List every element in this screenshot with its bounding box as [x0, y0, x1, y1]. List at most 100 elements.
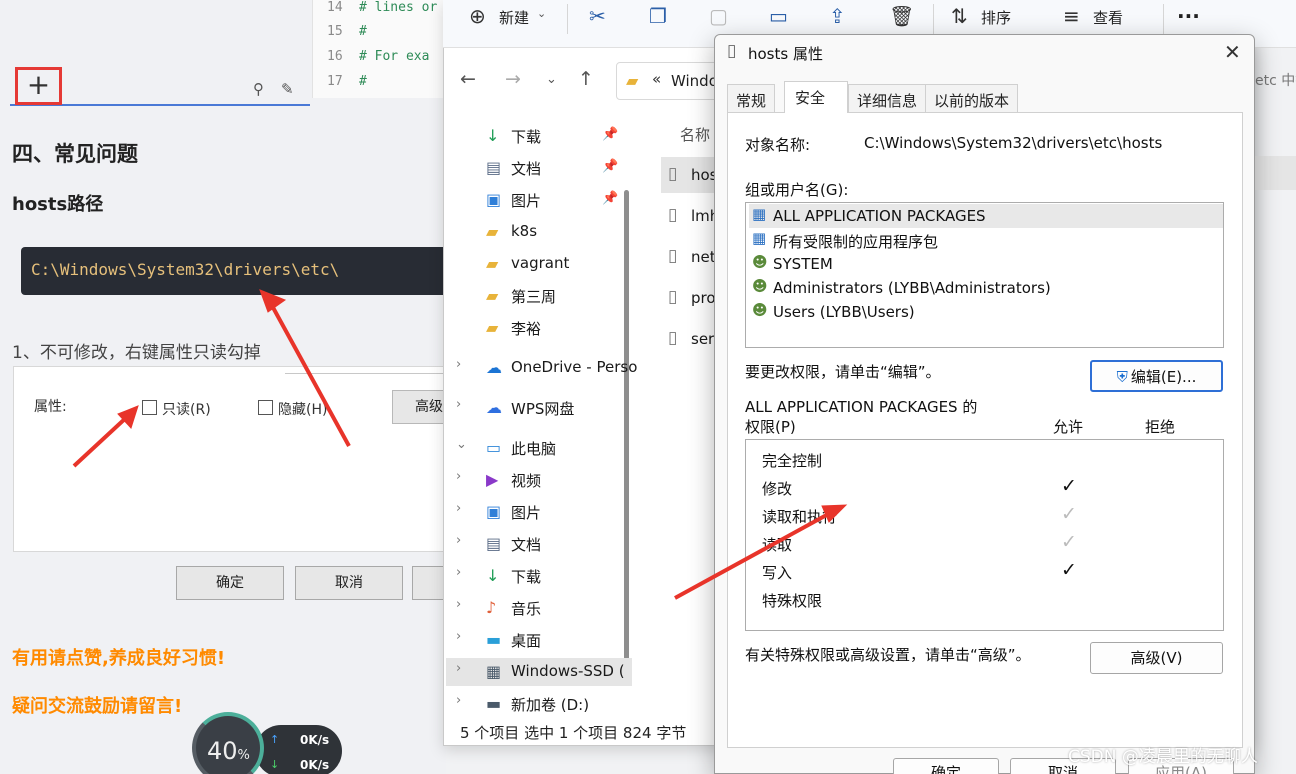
file-item[interactable]: ▯ hos [661, 157, 721, 193]
slogan-comment: 疑问交流鼓励请留言! [12, 696, 183, 717]
delete-icon[interactable]: 🗑 [889, 4, 914, 28]
nav-item[interactable]: › ↓ 下载 [446, 562, 632, 590]
user-item[interactable]: ☻ Users (LYBB\Users) [749, 300, 1223, 324]
nav-item-icon: ▭ [486, 438, 502, 457]
nav-item[interactable]: › ☁ OneDrive - Perso [446, 354, 637, 382]
forward-icon[interactable]: → [505, 68, 521, 90]
ok-button-bg[interactable]: 确定 [176, 566, 284, 600]
nav-item-icon: ▬ [486, 630, 502, 649]
nav-item[interactable]: ▰ k8s [446, 218, 632, 246]
nav-item[interactable]: ▰ 第三周 [446, 282, 632, 310]
column-header-name[interactable]: 名称 [680, 124, 710, 145]
file-item[interactable]: ▯ pro [661, 280, 721, 316]
wrench-icon[interactable]: ✎ [281, 80, 294, 98]
view-button[interactable]: 查看 [1093, 7, 1123, 28]
expand-chevron-icon[interactable]: › [456, 397, 461, 412]
more-icon[interactable]: ··· [1177, 4, 1200, 28]
expand-chevron-icon[interactable]: › [456, 597, 461, 612]
change-hint: 要更改权限，请单击“编辑”。 [745, 363, 941, 381]
paste-icon: ▢ [709, 4, 728, 28]
up-icon[interactable]: ↑ [578, 68, 594, 90]
file-item[interactable]: ▯ lmh [661, 198, 721, 234]
nav-item[interactable]: ▣ 图片 📌 [446, 186, 632, 214]
nav-item[interactable]: › ▬ 新加卷 (D:) [446, 690, 632, 718]
search-icon[interactable]: ⚲ [253, 80, 264, 98]
rename-icon[interactable]: ▭ [769, 4, 788, 28]
expand-chevron-icon[interactable]: › [456, 501, 461, 516]
file-icon: ▯ [668, 328, 678, 348]
nav-item[interactable]: › ▤ 文档 [446, 530, 632, 558]
nav-item[interactable]: ▤ 文档 📌 [446, 154, 632, 182]
cpu-percent-unit: % [237, 748, 250, 763]
nav-item-label: 图片 [511, 504, 542, 522]
nav-item-label: vagrant [511, 254, 570, 272]
user-item[interactable]: ▦ ALL APPLICATION PACKAGES [749, 204, 1223, 228]
sort-button[interactable]: 排序 [981, 7, 1011, 28]
nav-item[interactable]: ▰ 李裕 [446, 314, 632, 342]
sort-icon[interactable]: ⇅ [951, 4, 968, 28]
share-icon[interactable]: ⇪ [829, 4, 846, 28]
nav-item-icon: ▣ [486, 502, 502, 521]
nav-item-icon: ▦ [486, 662, 502, 681]
nav-item[interactable]: › ▬ 桌面 [446, 626, 632, 654]
file-item[interactable]: ▯ net [661, 239, 721, 275]
expand-chevron-icon[interactable]: ⌄ [456, 437, 467, 452]
expand-chevron-icon[interactable]: › [456, 629, 461, 644]
nav-item[interactable]: › ☁ WPS网盘 [446, 394, 632, 422]
advanced-button[interactable]: 高级(V) [1090, 642, 1223, 674]
search-box[interactable]: etc 中搜 [1255, 70, 1296, 90]
readonly-checkbox[interactable] [142, 400, 157, 415]
nav-item[interactable]: › ▶ 视频 [446, 466, 632, 494]
edit-button[interactable]: ⛨ 编辑(E)... [1090, 360, 1223, 392]
new-button[interactable]: 新建 [499, 7, 529, 28]
nav-item[interactable]: › ▦ Windows-SSD ( [446, 658, 632, 686]
expand-chevron-icon[interactable]: › [456, 565, 461, 580]
tab-general[interactable]: 常规 [727, 84, 776, 112]
ok-button[interactable]: 确定 [893, 758, 999, 774]
expand-chevron-icon[interactable]: › [456, 661, 461, 676]
close-icon[interactable]: ✕ [1224, 40, 1241, 64]
recent-chevron-icon[interactable]: ⌄ [546, 72, 557, 87]
nav-item[interactable]: ↓ 下载 📌 [446, 122, 632, 150]
attributes-screenshot [13, 366, 453, 552]
file-icon: ▯ [668, 246, 678, 266]
user-name: SYSTEM [773, 255, 833, 273]
hidden-checkbox[interactable] [258, 400, 273, 415]
allow-check-icon: ✓ [1061, 559, 1077, 581]
cut-icon[interactable]: ✂ [589, 4, 606, 28]
user-item[interactable]: ▦ 所有受限制的应用程序包 [749, 228, 1223, 252]
view-icon[interactable]: ≡ [1063, 4, 1080, 28]
cpu-percent-value: 40 [207, 737, 238, 765]
tab-security[interactable]: 安全 [784, 81, 848, 113]
nav-item-label: Windows-SSD ( [511, 662, 625, 680]
package-icon: ▦ [752, 205, 767, 223]
line-number: 15 [327, 24, 343, 39]
nav-item[interactable]: › ▣ 图片 [446, 498, 632, 526]
pin-icon: 📌 [602, 127, 619, 142]
file-name: net [691, 248, 716, 266]
cancel-button-bg[interactable]: 取消 [295, 566, 403, 600]
user-name: ALL APPLICATION PACKAGES [773, 207, 986, 225]
user-item[interactable]: ☻ SYSTEM [749, 252, 1223, 276]
back-icon[interactable]: ← [460, 68, 476, 90]
nav-item-label: 此电脑 [511, 440, 557, 458]
expand-chevron-icon[interactable]: › [456, 693, 461, 708]
tab-details[interactable]: 详细信息 [848, 84, 927, 112]
watermark: CSDN @凌晨里的无聊人 [1068, 747, 1258, 767]
copy-icon[interactable]: ❐ [649, 4, 667, 28]
expand-chevron-icon[interactable]: › [456, 533, 461, 548]
nav-item[interactable]: ▰ vagrant [446, 250, 632, 278]
expand-chevron-icon[interactable]: › [456, 469, 461, 484]
toolbar-separator [933, 4, 934, 34]
cpu-percent: 40% [207, 737, 250, 765]
nav-item-icon: ▰ [486, 254, 499, 273]
file-item[interactable]: ▯ ser [661, 321, 721, 357]
user-item[interactable]: ☻ Administrators (LYBB\Administrators) [749, 276, 1223, 300]
nav-item[interactable]: ⌄ ▭ 此电脑 [446, 434, 632, 462]
chevron-down-icon[interactable]: ⌄ [537, 7, 546, 20]
tab-previous-versions[interactable]: 以前的版本 [925, 84, 1019, 112]
expand-chevron-icon[interactable]: › [456, 357, 461, 372]
add-button[interactable]: + [15, 67, 62, 105]
nav-item[interactable]: › ♪ 音乐 [446, 594, 632, 622]
new-plus-icon[interactable]: ⊕ [469, 4, 486, 28]
